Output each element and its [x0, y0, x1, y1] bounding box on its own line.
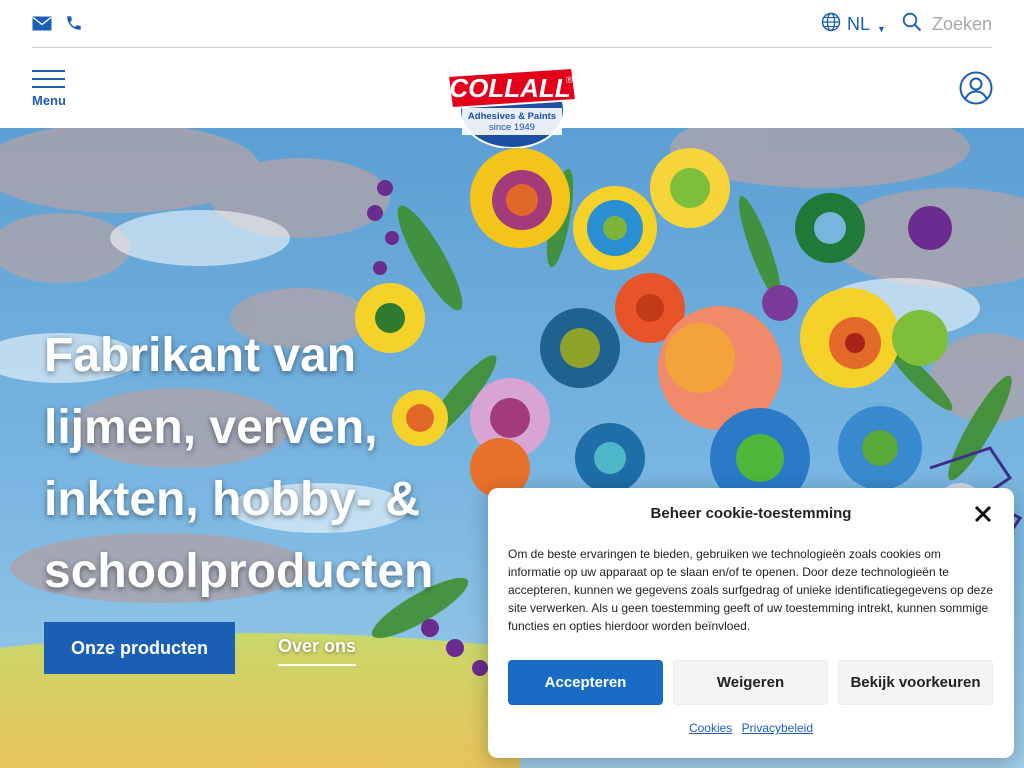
- hero-title: Fabrikant van lijmen, verven, inkten, ho…: [44, 329, 434, 598]
- language-label: NL: [847, 14, 871, 34]
- mail-icon[interactable]: [32, 14, 52, 32]
- logo-since: since 1949: [489, 122, 535, 133]
- phone-icon[interactable]: [64, 13, 84, 33]
- about-link[interactable]: Over ons: [278, 636, 357, 666]
- cookie-text: Om de beste ervaringen te bieden, gebrui…: [508, 547, 993, 633]
- hamburger-icon: [32, 70, 65, 72]
- privacy-link[interactable]: Privacybeleid: [742, 721, 813, 735]
- search[interactable]: [902, 12, 994, 37]
- top-bar: NL ▼: [0, 0, 1024, 48]
- cookie-dialog: Beheer cookie-toestemming Om de beste er…: [488, 488, 1014, 758]
- preferences-button[interactable]: Bekijk voorkeuren: [838, 660, 993, 705]
- header: Menu COLLALL ® Adhesives & Paints since …: [0, 48, 1024, 149]
- collall-logo[interactable]: COLLALL ® Adhesives & Paints since 1949: [444, 66, 580, 149]
- cookie-title: Beheer cookie-toestemming: [650, 505, 852, 522]
- globe-icon: [821, 12, 841, 37]
- user-icon[interactable]: [959, 71, 993, 105]
- logo-brand: COLLALL: [449, 73, 570, 103]
- hamburger-line: [32, 86, 65, 88]
- close-icon[interactable]: [974, 505, 994, 525]
- cookie-links: Cookies Privacybeleid: [488, 721, 1014, 735]
- search-input[interactable]: [932, 14, 994, 35]
- caret-down-icon: ▼: [877, 23, 886, 34]
- deny-button[interactable]: Weigeren: [673, 660, 828, 705]
- products-button[interactable]: Onze producten: [44, 622, 235, 674]
- cookies-link[interactable]: Cookies: [689, 721, 732, 735]
- language-selector[interactable]: NL ▼: [821, 12, 886, 37]
- logo-registered: ®: [566, 75, 573, 85]
- hamburger-line: [32, 78, 65, 80]
- search-icon[interactable]: [902, 12, 922, 37]
- menu-label: Menu: [32, 93, 66, 108]
- menu-button[interactable]: Menu: [32, 68, 72, 110]
- logo-tagline: Adhesives & Paints: [468, 111, 556, 122]
- accept-button[interactable]: Accepteren: [508, 660, 663, 705]
